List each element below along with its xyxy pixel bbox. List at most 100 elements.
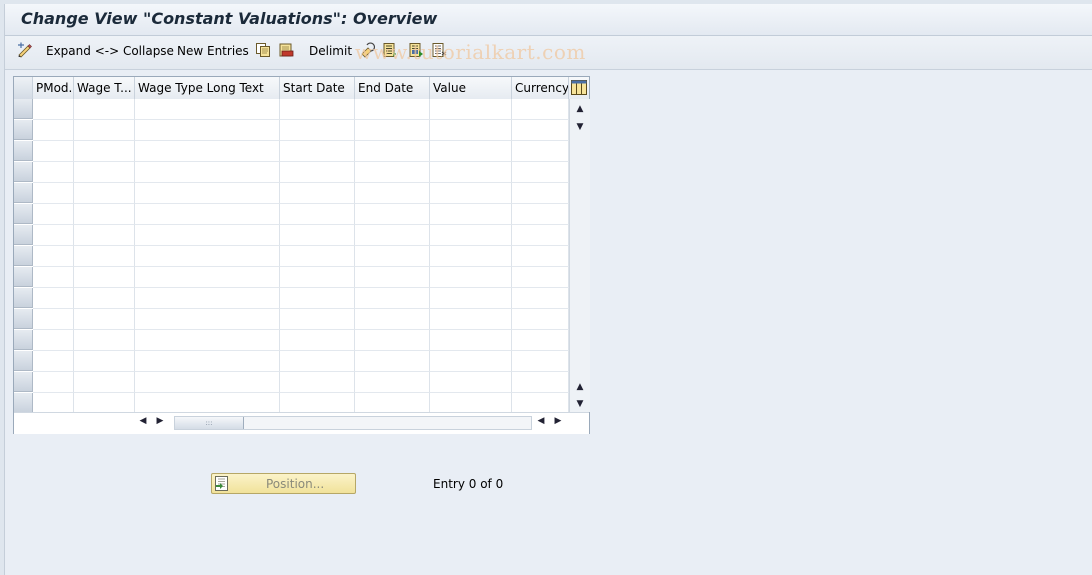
cell-end-date[interactable] [355, 99, 430, 120]
cell-pmod[interactable] [33, 330, 74, 351]
column-header-pmod[interactable]: PMod. [33, 77, 74, 99]
cell-wage-type[interactable] [74, 162, 135, 183]
row-selector[interactable] [14, 330, 33, 350]
cell-wage-type[interactable] [74, 330, 135, 351]
cell-currency[interactable] [512, 225, 569, 246]
horizontal-scrollbar[interactable]: ◀ ▶ ::: ◀ ▶ [14, 412, 589, 434]
row-selector[interactable] [14, 120, 33, 140]
cell-pmod[interactable] [33, 141, 74, 162]
cell-wage-type-long-text[interactable] [135, 225, 280, 246]
cell-currency[interactable] [512, 330, 569, 351]
cell-wage-type[interactable] [74, 225, 135, 246]
cell-wage-type-long-text[interactable] [135, 204, 280, 225]
cell-value[interactable] [430, 183, 512, 204]
cell-value[interactable] [430, 267, 512, 288]
cell-wage-type-long-text[interactable] [135, 162, 280, 183]
cell-pmod[interactable] [33, 225, 74, 246]
cell-wage-type-long-text[interactable] [135, 141, 280, 162]
cell-pmod[interactable] [33, 183, 74, 204]
display-change-icon[interactable] [17, 42, 33, 58]
cell-pmod[interactable] [33, 204, 74, 225]
cell-value[interactable] [430, 288, 512, 309]
cell-value[interactable] [430, 351, 512, 372]
row-selector[interactable] [14, 351, 33, 371]
cell-end-date[interactable] [355, 267, 430, 288]
cell-pmod[interactable] [33, 246, 74, 267]
column-header-wage-type-long-text[interactable]: Wage Type Long Text [135, 77, 280, 99]
cell-start-date[interactable] [280, 225, 355, 246]
row-selector[interactable] [14, 372, 33, 392]
cell-end-date[interactable] [355, 204, 430, 225]
cell-end-date[interactable] [355, 225, 430, 246]
scroll-far-right-icon[interactable]: ▶ [551, 416, 565, 426]
cell-value[interactable] [430, 225, 512, 246]
cell-value[interactable] [430, 141, 512, 162]
cell-end-date[interactable] [355, 393, 430, 414]
row-selector[interactable] [14, 393, 33, 413]
cell-wage-type[interactable] [74, 309, 135, 330]
cell-currency[interactable] [512, 141, 569, 162]
cell-pmod[interactable] [33, 372, 74, 393]
delete-icon[interactable] [278, 42, 294, 58]
cell-end-date[interactable] [355, 141, 430, 162]
cell-value[interactable] [430, 120, 512, 141]
cell-currency[interactable] [512, 120, 569, 141]
row-selector[interactable] [14, 204, 33, 224]
scroll-up-icon[interactable]: ▲ [570, 101, 590, 117]
column-header-currency[interactable]: Currency [512, 77, 569, 99]
cell-end-date[interactable] [355, 120, 430, 141]
cell-wage-type[interactable] [74, 120, 135, 141]
cell-pmod[interactable] [33, 393, 74, 414]
horizontal-scroll-track[interactable]: ::: [174, 416, 532, 430]
cell-end-date[interactable] [355, 372, 430, 393]
cell-wage-type[interactable] [74, 183, 135, 204]
cell-wage-type[interactable] [74, 246, 135, 267]
cell-wage-type[interactable] [74, 204, 135, 225]
cell-start-date[interactable] [280, 162, 355, 183]
cell-value[interactable] [430, 99, 512, 120]
cell-value[interactable] [430, 330, 512, 351]
cell-pmod[interactable] [33, 162, 74, 183]
cell-start-date[interactable] [280, 183, 355, 204]
cell-start-date[interactable] [280, 330, 355, 351]
row-selector[interactable] [14, 246, 33, 266]
cell-end-date[interactable] [355, 288, 430, 309]
cell-value[interactable] [430, 246, 512, 267]
row-selector[interactable] [14, 99, 33, 119]
cell-start-date[interactable] [280, 246, 355, 267]
column-header-end-date[interactable]: End Date [355, 77, 430, 99]
cell-wage-type[interactable] [74, 372, 135, 393]
row-selector[interactable] [14, 183, 33, 203]
cell-value[interactable] [430, 309, 512, 330]
cell-wage-type-long-text[interactable] [135, 183, 280, 204]
cell-wage-type[interactable] [74, 141, 135, 162]
cell-start-date[interactable] [280, 120, 355, 141]
cell-currency[interactable] [512, 99, 569, 120]
cell-wage-type[interactable] [74, 288, 135, 309]
row-selector[interactable] [14, 162, 33, 182]
cell-end-date[interactable] [355, 351, 430, 372]
scroll-right-icon[interactable]: ▶ [153, 416, 167, 426]
cell-value[interactable] [430, 372, 512, 393]
cell-start-date[interactable] [280, 309, 355, 330]
cell-pmod[interactable] [33, 99, 74, 120]
cell-end-date[interactable] [355, 309, 430, 330]
cell-value[interactable] [430, 162, 512, 183]
cell-wage-type[interactable] [74, 351, 135, 372]
cell-pmod[interactable] [33, 351, 74, 372]
row-selector[interactable] [14, 309, 33, 329]
cell-wage-type-long-text[interactable] [135, 99, 280, 120]
select-all-rows-cell[interactable] [14, 77, 33, 99]
cell-pmod[interactable] [33, 288, 74, 309]
cell-end-date[interactable] [355, 246, 430, 267]
expand-collapse-button[interactable]: Expand <-> Collapse [46, 44, 174, 58]
row-selector[interactable] [14, 141, 33, 161]
vertical-scrollbar[interactable]: ▲ ▼ ▲ ▼ [569, 99, 590, 412]
row-selector[interactable] [14, 288, 33, 308]
cell-end-date[interactable] [355, 183, 430, 204]
cell-pmod[interactable] [33, 267, 74, 288]
new-entries-button[interactable]: New Entries [177, 44, 249, 58]
cell-currency[interactable] [512, 267, 569, 288]
cell-wage-type-long-text[interactable] [135, 246, 280, 267]
cell-currency[interactable] [512, 288, 569, 309]
